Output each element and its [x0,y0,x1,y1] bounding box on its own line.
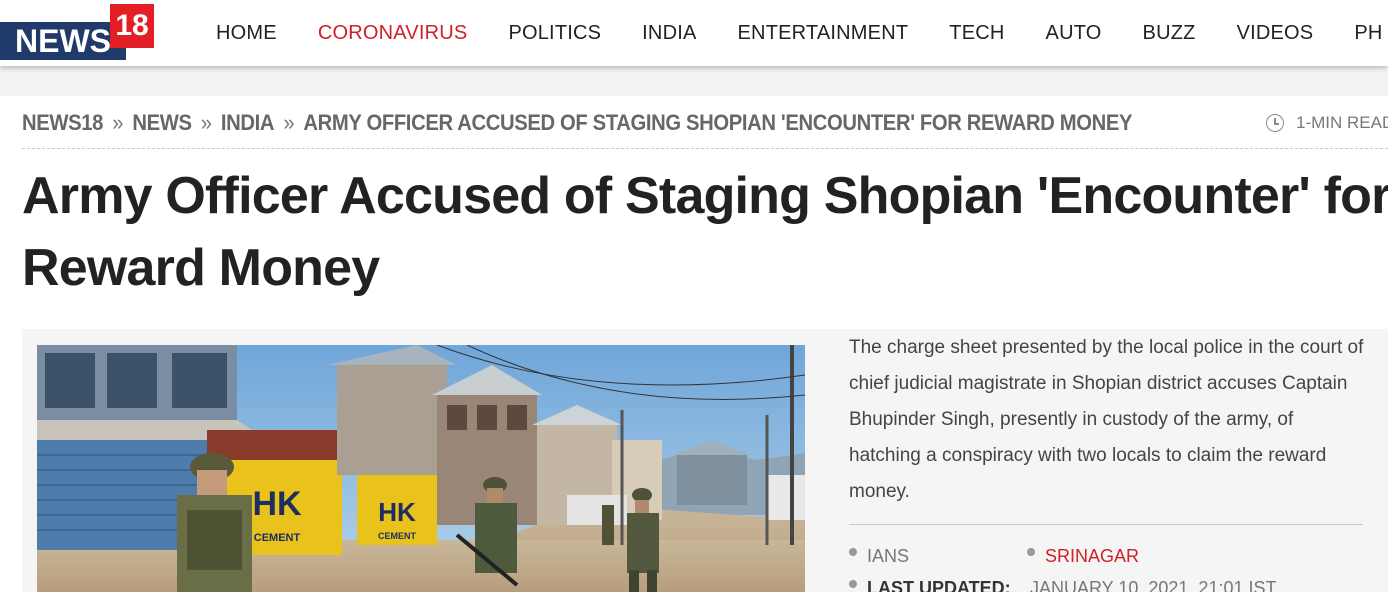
nav-item-coronavirus[interactable]: CORONAVIRUS [318,22,468,45]
source-label: IANS [867,546,910,566]
bullet-icon [849,580,857,588]
breadcrumb-separator: » [112,110,124,135]
breadcrumb-separator: » [283,110,295,135]
location-label[interactable]: SRINAGAR [1045,546,1139,566]
shop-sign-sub-2: CEMENT [378,531,417,541]
clock-icon [1266,114,1284,132]
nav-item-tech[interactable]: TECH [949,22,1004,45]
breadcrumb-separator: » [200,110,212,135]
header-spacer [0,66,1388,96]
logo-number: 18 [110,4,154,48]
shop-sign-2: HK [378,497,416,527]
breadcrumb: NEWS18 » NEWS » INDIA » ARMY OFFICER ACC… [22,106,1133,140]
soldier-figure [602,505,614,545]
main-nav: HOME CORONAVIRUS POLITICS INDIA ENTERTAI… [216,0,1388,66]
shop-sign-1: HK [252,485,302,523]
news18-logo[interactable]: NEWS 18 [0,4,156,62]
article-headline: Army Officer Accused of Staging Shopian … [22,160,1388,304]
shop-sign-sub-1: CEMENT [254,532,301,544]
article-source: IANS [849,546,909,567]
page: NEWS 18 HOME CORONAVIRUS POLITICS INDIA … [0,0,1388,592]
article-summary: The charge sheet presented by the local … [849,337,1364,502]
site-header: NEWS 18 HOME CORONAVIRUS POLITICS INDIA … [0,0,1388,66]
breadcrumb-current-article: ARMY OFFICER ACCUSED OF STAGING SHOPIAN … [303,110,1133,135]
logo-news-text: NEWS [0,22,126,60]
read-time-label: 1-MIN READ [1296,113,1388,132]
article-location[interactable]: SRINAGAR [1027,546,1139,567]
nav-item-videos[interactable]: VIDEOS [1237,22,1314,45]
street-scene-image: HK CEMENT HK CEMENT [37,345,805,592]
meta-divider [849,524,1363,525]
nav-item-home[interactable]: HOME [216,22,277,45]
nav-item-entertainment[interactable]: ENTERTAINMENT [738,22,909,45]
headline-line-1: Army Officer Accused of Staging Shopian … [22,167,1388,225]
breadcrumb-news18[interactable]: NEWS18 [22,110,103,136]
breadcrumb-news[interactable]: NEWS [132,110,192,136]
last-updated: LAST UPDATED: [849,578,1011,592]
nav-item-auto[interactable]: AUTO [1046,22,1102,45]
nav-item-politics[interactable]: POLITICS [508,22,601,45]
nav-item-photos[interactable]: PH [1354,22,1382,45]
read-time: 1-MIN READ [1266,110,1388,136]
nav-item-buzz[interactable]: BUZZ [1143,22,1196,45]
nav-item-india[interactable]: INDIA [642,22,696,45]
last-updated-label: LAST UPDATED: [867,578,1011,592]
headline-line-2: Reward Money [22,239,380,297]
breadcrumb-divider [22,148,1388,149]
last-updated-value: JANUARY 10, 2021, 21:01 IST [1030,578,1277,592]
article-photo[interactable]: HK CEMENT HK CEMENT [37,345,805,592]
bullet-icon [849,548,857,556]
breadcrumb-india[interactable]: INDIA [221,110,275,136]
bullet-icon [1027,548,1035,556]
